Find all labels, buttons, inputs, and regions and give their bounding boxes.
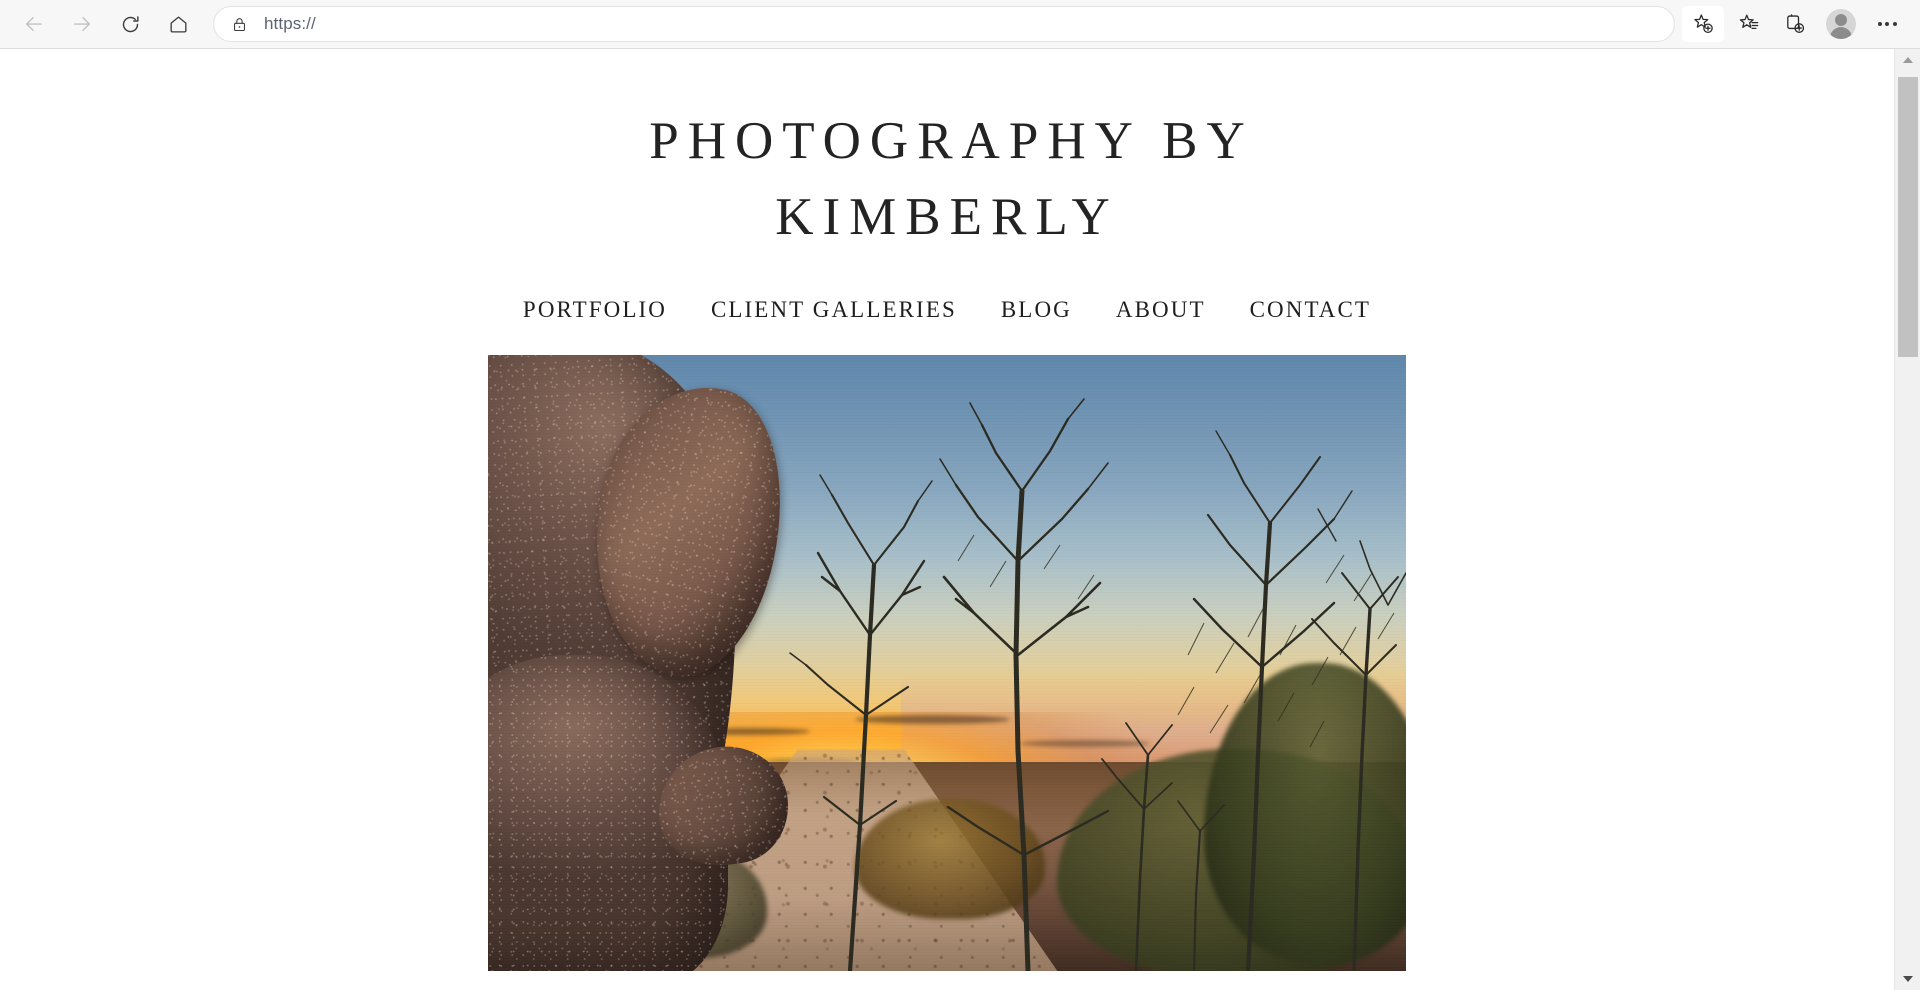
nav-item-blog[interactable]: BLOG: [1001, 297, 1072, 323]
cloud-streak: [1020, 740, 1151, 747]
page-viewport: PHOTOGRAPHY BY KIMBERLY PORTFOLIO CLIENT…: [0, 49, 1894, 990]
hero-photo[interactable]: [488, 355, 1406, 971]
nav-item-about[interactable]: ABOUT: [1116, 297, 1206, 323]
add-favorite-button[interactable]: [1682, 6, 1724, 42]
toolbar-right-group: [1680, 6, 1920, 42]
browser-toolbar: https://: [0, 0, 1920, 49]
address-input[interactable]: https://: [264, 14, 316, 34]
site-navigation: PORTFOLIO CLIENT GALLERIES BLOG ABOUT CO…: [0, 297, 1894, 323]
avatar: [1826, 9, 1856, 39]
lock-icon[interactable]: [228, 13, 250, 35]
arrow-right-icon: [73, 16, 91, 32]
padlock-icon: [233, 17, 245, 31]
vertical-scrollbar[interactable]: [1894, 49, 1920, 990]
website-content: PHOTOGRAPHY BY KIMBERLY PORTFOLIO CLIENT…: [0, 49, 1894, 971]
triangle-down-icon: [1903, 976, 1913, 982]
nav-item-contact[interactable]: CONTACT: [1250, 297, 1371, 323]
nav-item-client-galleries[interactable]: CLIENT GALLERIES: [711, 297, 957, 323]
collections-plus-icon: [1787, 14, 1805, 33]
arrow-left-icon: [25, 16, 43, 32]
home-icon: [169, 15, 187, 33]
refresh-button[interactable]: [110, 6, 150, 42]
collections-button[interactable]: [1774, 6, 1816, 42]
scroll-up-button[interactable]: [1895, 49, 1920, 71]
triangle-up-icon: [1903, 57, 1913, 63]
refresh-icon: [122, 15, 139, 32]
settings-more-button[interactable]: [1866, 6, 1908, 42]
scrollbar-thumb[interactable]: [1898, 77, 1918, 357]
profile-button[interactable]: [1820, 6, 1862, 42]
ellipsis-icon: [1877, 22, 1897, 26]
forward-button[interactable]: [62, 6, 102, 42]
scroll-down-button[interactable]: [1895, 968, 1920, 990]
back-button[interactable]: [14, 6, 54, 42]
star-lines-icon: [1739, 14, 1759, 29]
address-bar[interactable]: https://: [214, 7, 1674, 41]
site-title: PHOTOGRAPHY BY KIMBERLY: [649, 112, 1254, 246]
nav-item-portfolio[interactable]: PORTFOLIO: [523, 297, 667, 323]
brush-mass: [855, 798, 1046, 919]
hero-image-container: [0, 355, 1894, 971]
home-button[interactable]: [158, 6, 198, 42]
star-plus-icon: [1694, 14, 1713, 34]
favorites-button[interactable]: [1728, 6, 1770, 42]
